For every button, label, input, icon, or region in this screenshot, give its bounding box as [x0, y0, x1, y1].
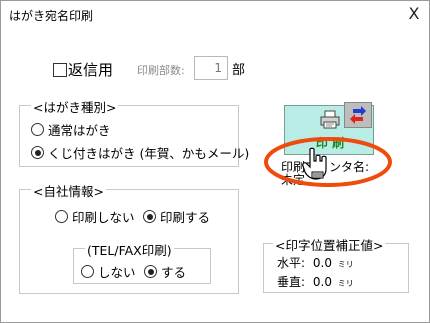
vertical-offset-label: 垂直: [277, 275, 306, 289]
radio-normal-postcard-dot[interactable] [31, 123, 44, 136]
horizontal-offset-row: 水平: 0.0 ミリ [277, 254, 354, 271]
hand-cursor-icon [302, 147, 327, 180]
title-bar: はがき宛名印刷 X [1, 1, 429, 29]
reply-checkbox[interactable]: 返信用 [53, 59, 113, 80]
vertical-offset-row: 垂直: 0.0 ミリ [277, 273, 354, 290]
radio-telfax-no-dot[interactable] [81, 265, 94, 278]
dialog-window: はがき宛名印刷 X 返信用 印刷部数: 1 部 <はがき種別> 通常はがき くじ… [0, 0, 430, 323]
company-info-legend: <自社情報> [31, 181, 106, 200]
radio-telfax-yes-label: する [161, 265, 187, 280]
copies-input[interactable]: 1 [194, 56, 228, 80]
reply-checkbox-label: 返信用 [68, 61, 114, 79]
offset-legend: <印字位置補正値> [273, 235, 386, 254]
radio-normal-postcard-label: 通常はがき [48, 123, 111, 138]
radio-company-no-print[interactable]: 印刷しない [55, 207, 135, 226]
radio-telfax-no[interactable]: しない [81, 262, 136, 281]
radio-telfax-yes-dot[interactable] [144, 265, 157, 278]
vertical-offset-unit: ミリ [337, 279, 354, 288]
radio-company-no-print-dot[interactable] [55, 210, 68, 223]
copies-label: 印刷部数: [137, 64, 185, 77]
horizontal-offset-label: 水平: [277, 256, 306, 270]
radio-lottery-postcard[interactable]: くじ付きはがき (年賀、かもメール) [31, 143, 249, 162]
radio-company-print[interactable]: 印刷する [143, 207, 210, 226]
radio-telfax-yes[interactable]: する [144, 262, 186, 281]
reply-checkbox-box[interactable] [53, 62, 67, 77]
swap-icon [350, 106, 366, 124]
printer-icon [320, 110, 340, 129]
copies-unit: 部 [232, 63, 246, 78]
radio-company-no-print-label: 印刷しない [72, 210, 135, 225]
horizontal-offset-value[interactable]: 0.0 [313, 256, 332, 270]
window-title: はがき宛名印刷 [9, 9, 94, 23]
card-type-legend: <はがき種別> [31, 97, 119, 116]
radio-normal-postcard[interactable]: 通常はがき [31, 120, 111, 139]
close-button[interactable]: X [403, 4, 425, 24]
radio-lottery-postcard-dot[interactable] [31, 146, 44, 159]
horizontal-offset-unit: ミリ [337, 260, 354, 269]
radio-company-print-dot[interactable] [143, 210, 156, 223]
radio-telfax-no-label: しない [98, 265, 136, 280]
telfax-legend: (TEL/FAX印刷) [85, 240, 174, 259]
vertical-offset-value[interactable]: 0.0 [313, 275, 332, 289]
radio-lottery-postcard-label: くじ付きはがき (年賀、かもメール) [48, 146, 250, 161]
swap-button[interactable] [344, 102, 372, 128]
radio-company-print-label: 印刷する [160, 210, 211, 225]
